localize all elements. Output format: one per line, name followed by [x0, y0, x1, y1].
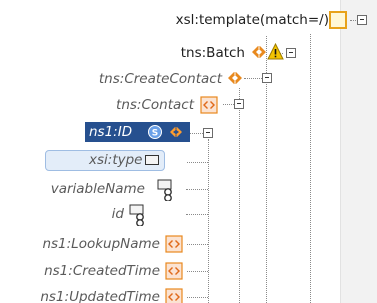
xyz-attribute-icon [157, 179, 172, 201]
node-label: variableName [50, 181, 145, 197]
tree-connector [187, 297, 208, 298]
repeating-element-icon [200, 96, 218, 114]
tree-connector [310, 34, 311, 303]
xyz-attribute-icon [129, 204, 144, 226]
mapping-tree-panel: xsl:template(match=/) tns:Batch tns:Crea… [0, 0, 377, 303]
node-label: tns:Batch [180, 45, 245, 61]
node-label: ns1:ID [89, 124, 133, 140]
tree-connector [187, 244, 208, 245]
simple-type-icon: S [148, 125, 162, 139]
tree-connector [186, 214, 208, 215]
collapse-toggle-icon[interactable] [203, 128, 213, 138]
node-label: ns1:UpdatedTime [40, 289, 160, 303]
node-label: ns1:LookupName [42, 236, 160, 252]
node-label: id [111, 206, 124, 222]
collapse-toggle-icon[interactable] [262, 73, 272, 83]
tree-connector [350, 20, 356, 21]
tree-connector [187, 271, 208, 272]
tree-connector [208, 139, 209, 303]
node-label: xsi:type [89, 152, 143, 168]
element-icon [170, 127, 182, 137]
warning-icon [267, 43, 284, 60]
right-gutter [340, 0, 377, 303]
node-label: xsl:template(match=/) [175, 12, 329, 28]
node-label: tns:CreateContact [98, 71, 222, 87]
element-icon [252, 46, 266, 58]
element-icon [228, 72, 242, 84]
collapse-toggle-icon[interactable] [234, 99, 244, 109]
tree-connector [239, 88, 240, 303]
collapse-toggle-icon[interactable] [286, 48, 296, 58]
tree-node-ns1-id[interactable]: ns1:ID S [85, 122, 190, 142]
tree-connector [223, 104, 234, 105]
tree-connector [186, 189, 208, 190]
node-label: ns1:CreatedTime [44, 263, 160, 279]
leaf-element-icon [165, 262, 183, 280]
node-label: tns:Contact [116, 97, 194, 113]
leaf-element-icon [165, 288, 183, 303]
tree-connector [187, 162, 208, 163]
tree-connector [188, 133, 203, 134]
collapse-toggle-icon[interactable] [357, 15, 367, 25]
template-folder-icon [329, 11, 347, 29]
tree-node-xsi-type[interactable]: xsi:type [45, 150, 165, 171]
tree-connector [244, 78, 262, 79]
xyz-attribute-icon [145, 155, 159, 165]
svg-text:S: S [152, 129, 158, 139]
leaf-element-icon [165, 235, 183, 253]
